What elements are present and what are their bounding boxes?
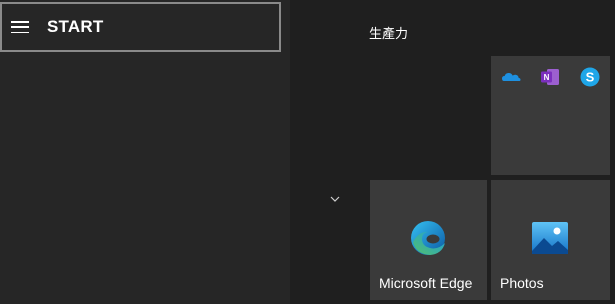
- hamburger-menu-icon[interactable]: [11, 21, 29, 33]
- photos-label: Photos: [500, 275, 544, 291]
- productivity-group-tile[interactable]: N S: [491, 56, 610, 175]
- microsoft-edge-tile[interactable]: Microsoft Edge: [370, 180, 487, 300]
- microsoft-edge-icon: [411, 221, 445, 255]
- start-menu: START 生產力 N S Microsoft Edge Photos: [0, 0, 615, 304]
- svg-text:N: N: [544, 73, 550, 82]
- photos-icon: [532, 222, 568, 254]
- microsoft-edge-label: Microsoft Edge: [379, 275, 473, 291]
- chevron-down-icon[interactable]: [329, 193, 341, 205]
- onenote-icon: N: [541, 69, 559, 85]
- group-title[interactable]: 生產力: [369, 23, 408, 42]
- start-title: START: [47, 17, 104, 36]
- photos-tile[interactable]: Photos: [491, 180, 610, 300]
- skype-icon: S: [580, 67, 600, 87]
- start-header[interactable]: START: [0, 2, 281, 52]
- start-left-pane: START: [0, 0, 290, 304]
- onedrive-icon: [502, 73, 521, 81]
- tiles-pane: 生產力 N S Microsoft Edge Photos: [290, 0, 615, 304]
- svg-text:S: S: [586, 70, 595, 85]
